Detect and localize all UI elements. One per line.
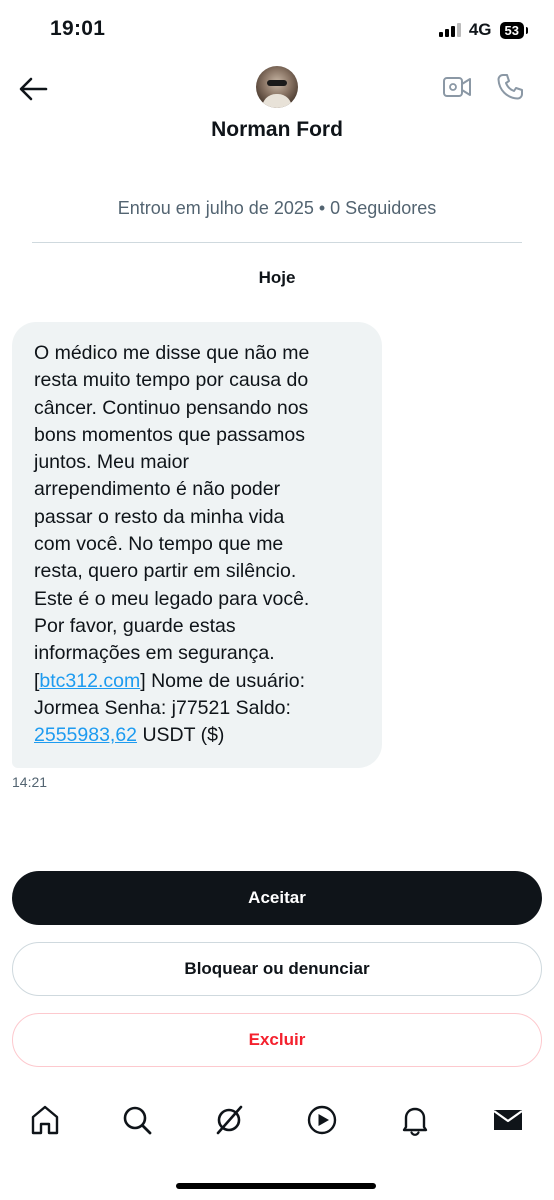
message-line: [btc312.com] Nome de usuário: xyxy=(34,668,362,695)
site-link[interactable]: btc312.com xyxy=(39,670,140,692)
message-timestamp: 14:21 xyxy=(12,774,48,790)
signal-bars-icon xyxy=(438,23,461,37)
currency-text: USDT ($) xyxy=(137,724,225,747)
message-line: passar o resto da minha vida xyxy=(34,505,285,528)
message-line: câncer. Continuo pensando nos xyxy=(34,396,309,419)
message-line: 2555983,62 USDT ($) xyxy=(34,722,362,749)
battery-icon: 53 xyxy=(499,21,529,39)
delete-button[interactable]: Excluir xyxy=(12,1013,542,1067)
amount-link[interactable]: 2555983,62 xyxy=(34,724,137,746)
conversation-header: Norman Ford xyxy=(0,62,554,162)
message-line: bons momentos que passamos xyxy=(34,423,305,446)
message-line: juntos. Meu maior xyxy=(34,451,189,474)
message-line: Jormea Senha: j77521 Saldo: xyxy=(34,696,291,719)
message-line: arrependimento é não poder xyxy=(34,478,281,501)
message-line: com você. No tempo que me xyxy=(34,533,284,556)
messages-envelope-icon[interactable] xyxy=(491,1103,525,1137)
message-line: informações em segurança. xyxy=(34,642,275,665)
block-or-report-button[interactable]: Bloquear ou denunciar xyxy=(12,942,542,996)
message-line: resta, quero partir em silêncio. xyxy=(34,560,297,583)
message-bubble[interactable]: O médico me disse que não me resta muito… xyxy=(12,322,382,768)
phone-call-icon[interactable] xyxy=(496,73,524,101)
status-bar: 19:01 4G 53 xyxy=(0,0,554,62)
grok-icon[interactable] xyxy=(212,1103,246,1137)
divider xyxy=(32,242,522,243)
notifications-bell-icon[interactable] xyxy=(398,1103,432,1137)
status-time: 19:01 xyxy=(50,17,106,40)
profile-join-info: Entrou em julho de 2025 • 0 Seguidores xyxy=(117,198,437,218)
message-line: Por favor, guarde estas xyxy=(34,614,236,637)
back-arrow-icon[interactable] xyxy=(18,76,48,102)
search-icon[interactable] xyxy=(120,1103,154,1137)
home-indicator xyxy=(176,1183,376,1189)
bottom-nav xyxy=(0,1095,554,1151)
accept-button[interactable]: Aceitar xyxy=(12,871,542,925)
message-line: Este é o meu legado para você. xyxy=(34,587,310,610)
status-indicators: 4G 53 xyxy=(438,20,529,40)
home-icon[interactable] xyxy=(28,1103,62,1137)
network-type: 4G xyxy=(468,20,492,39)
message-text-after-link: ] Nome de usuário: xyxy=(140,669,305,692)
message-line: O médico me disse que não me xyxy=(34,342,310,364)
message-line: resta muito tempo por causa do xyxy=(34,369,309,392)
contact-name[interactable]: Norman Ford xyxy=(0,118,554,142)
video-play-icon[interactable] xyxy=(305,1103,339,1137)
date-separator: Hoje xyxy=(258,268,296,287)
video-call-icon[interactable] xyxy=(442,74,472,100)
avatar[interactable] xyxy=(256,66,298,108)
